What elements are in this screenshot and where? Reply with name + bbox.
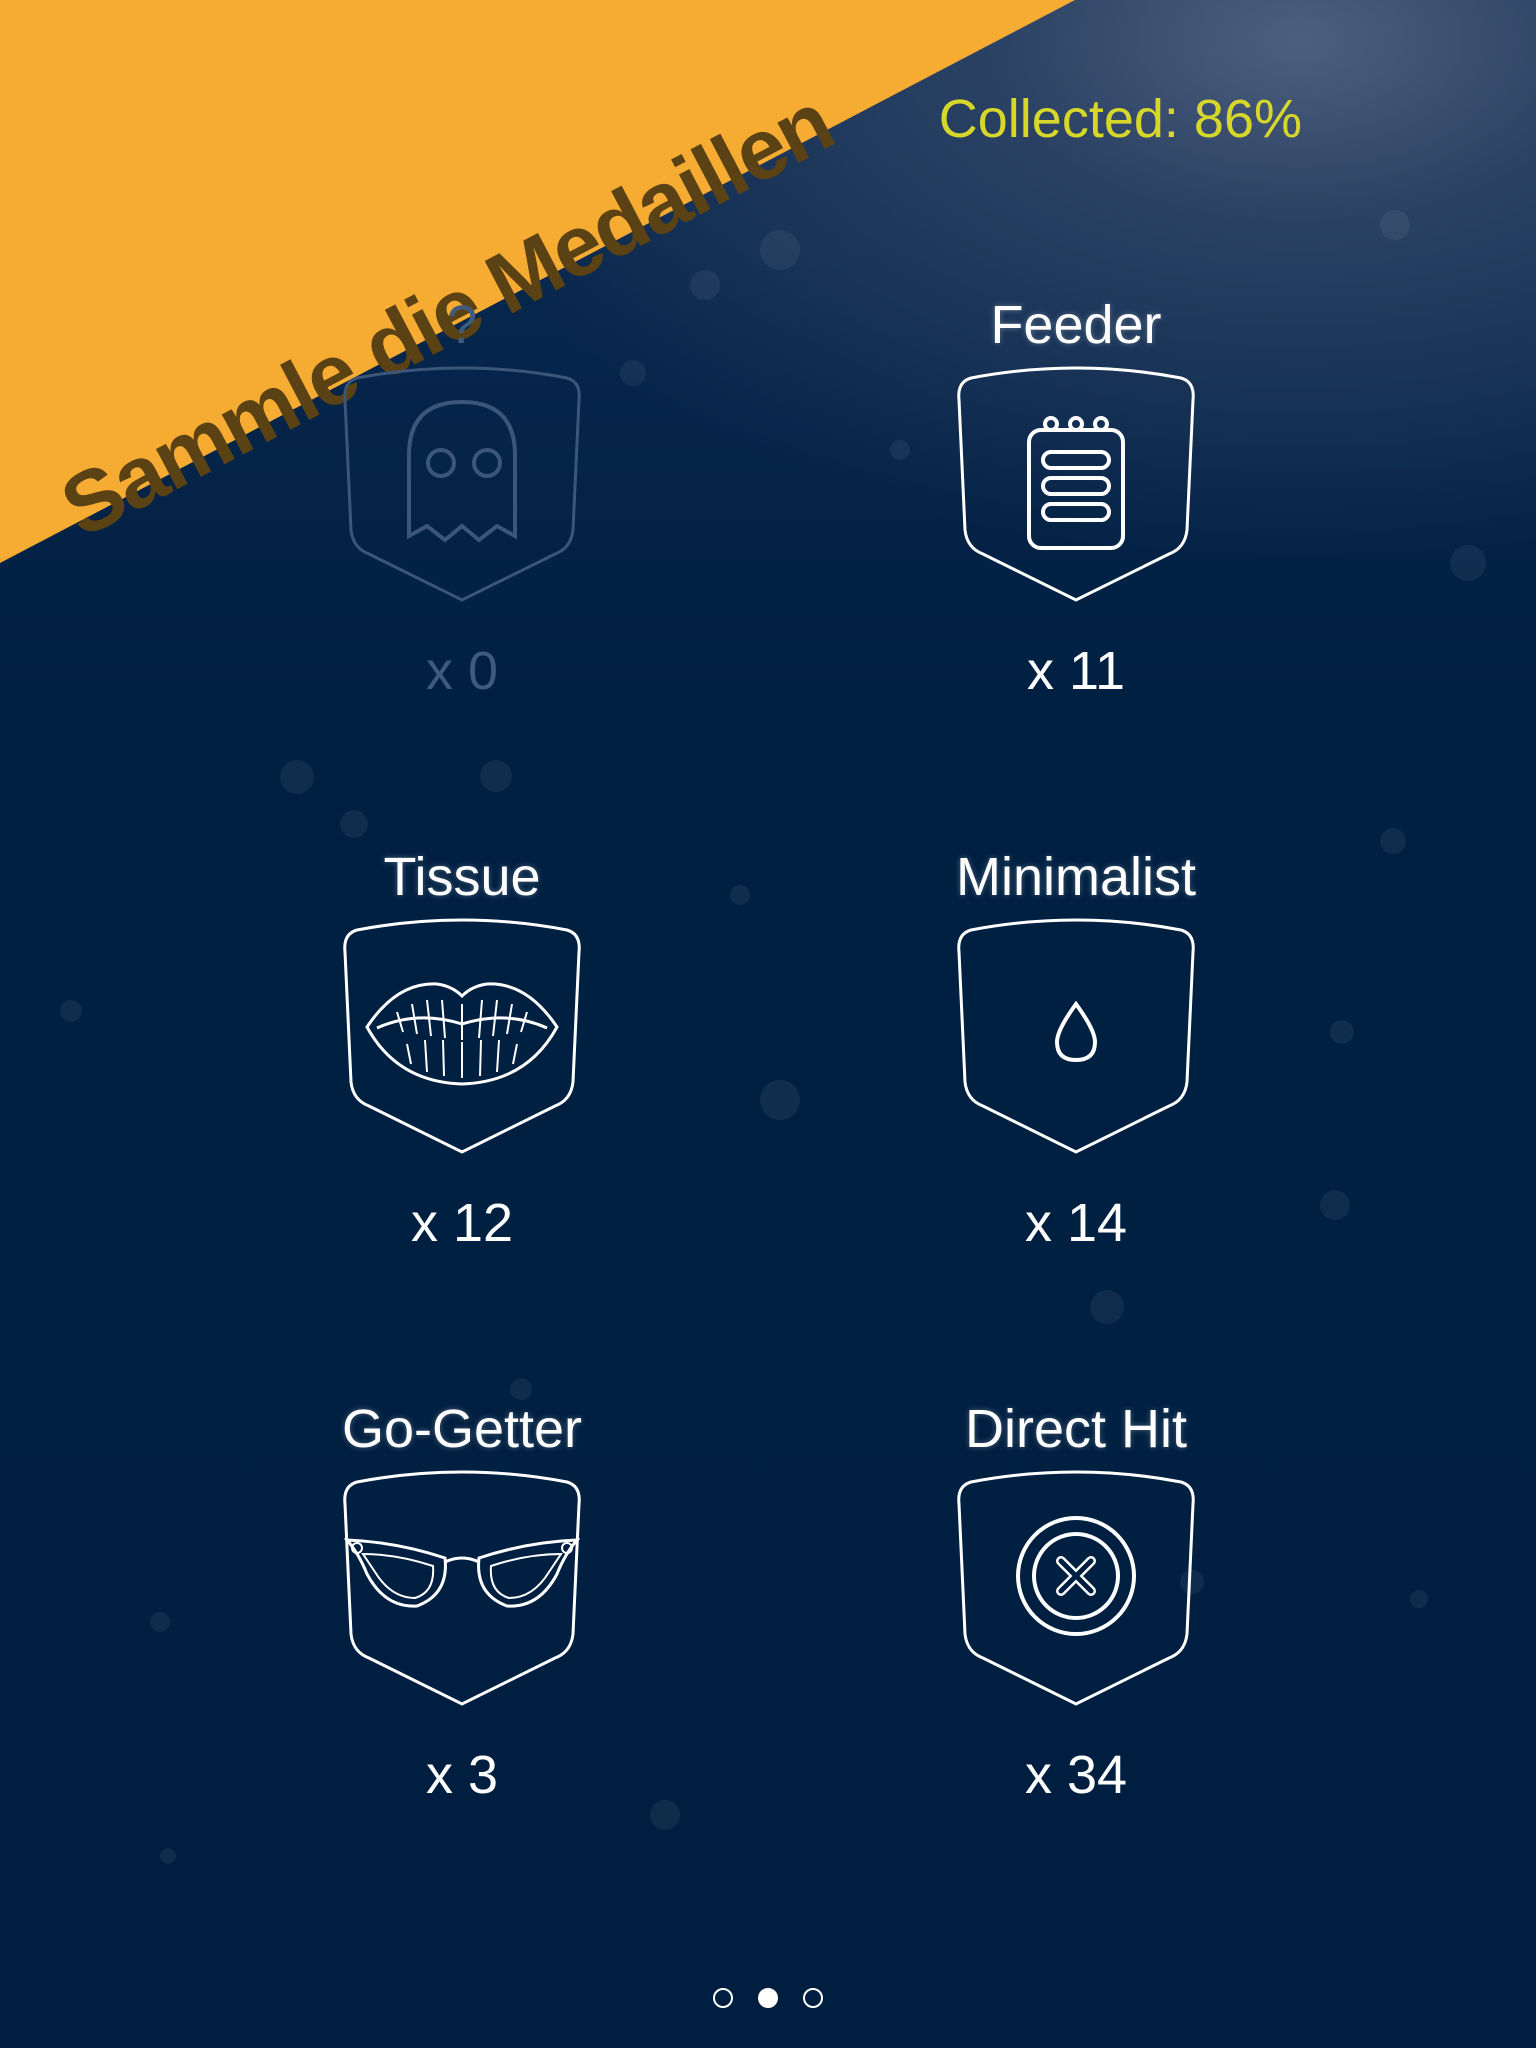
medal-go-getter[interactable]: Go-Getter x 3 [262, 1394, 662, 1810]
medal-name: Feeder [990, 295, 1162, 355]
medal-name: Minimalist [955, 847, 1197, 907]
page-dot-3[interactable] [803, 1988, 824, 2008]
drop-icon [957, 918, 1195, 1154]
medal-direct-hit[interactable]: Direct Hit x 34 [876, 1394, 1276, 1810]
medal-count: x 34 [1024, 1745, 1128, 1805]
page-indicator [0, 1988, 1536, 2012]
medal-count: x 11 [1026, 641, 1126, 701]
page-dot-1[interactable] [712, 1988, 733, 2008]
page-dot-2[interactable] [758, 1988, 778, 2008]
notepad-icon [957, 366, 1195, 602]
medal-name: Tissue [383, 847, 541, 907]
medal-grid: ? x 0 Feeder x 11 Tissue x 12 Minimalist… [0, 0, 1536, 2048]
medal-feeder[interactable]: Feeder x 11 [876, 290, 1276, 706]
medal-name: ? [446, 295, 478, 355]
medal-name: Direct Hit [964, 1399, 1187, 1459]
medal-count: x 14 [1024, 1193, 1128, 1253]
target-x-icon [957, 1470, 1195, 1706]
ghost-icon [343, 366, 581, 602]
glasses-icon [343, 1470, 581, 1706]
medal-count: x 3 [425, 1745, 499, 1805]
medal-minimalist[interactable]: Minimalist x 14 [876, 842, 1276, 1258]
medal-name: Go-Getter [341, 1399, 583, 1459]
medal-count: x 12 [410, 1193, 514, 1253]
medal-locked[interactable]: ? x 0 [262, 290, 662, 706]
lips-icon [343, 918, 581, 1154]
medal-tissue[interactable]: Tissue x 12 [262, 842, 662, 1258]
medal-count: x 0 [425, 641, 499, 701]
